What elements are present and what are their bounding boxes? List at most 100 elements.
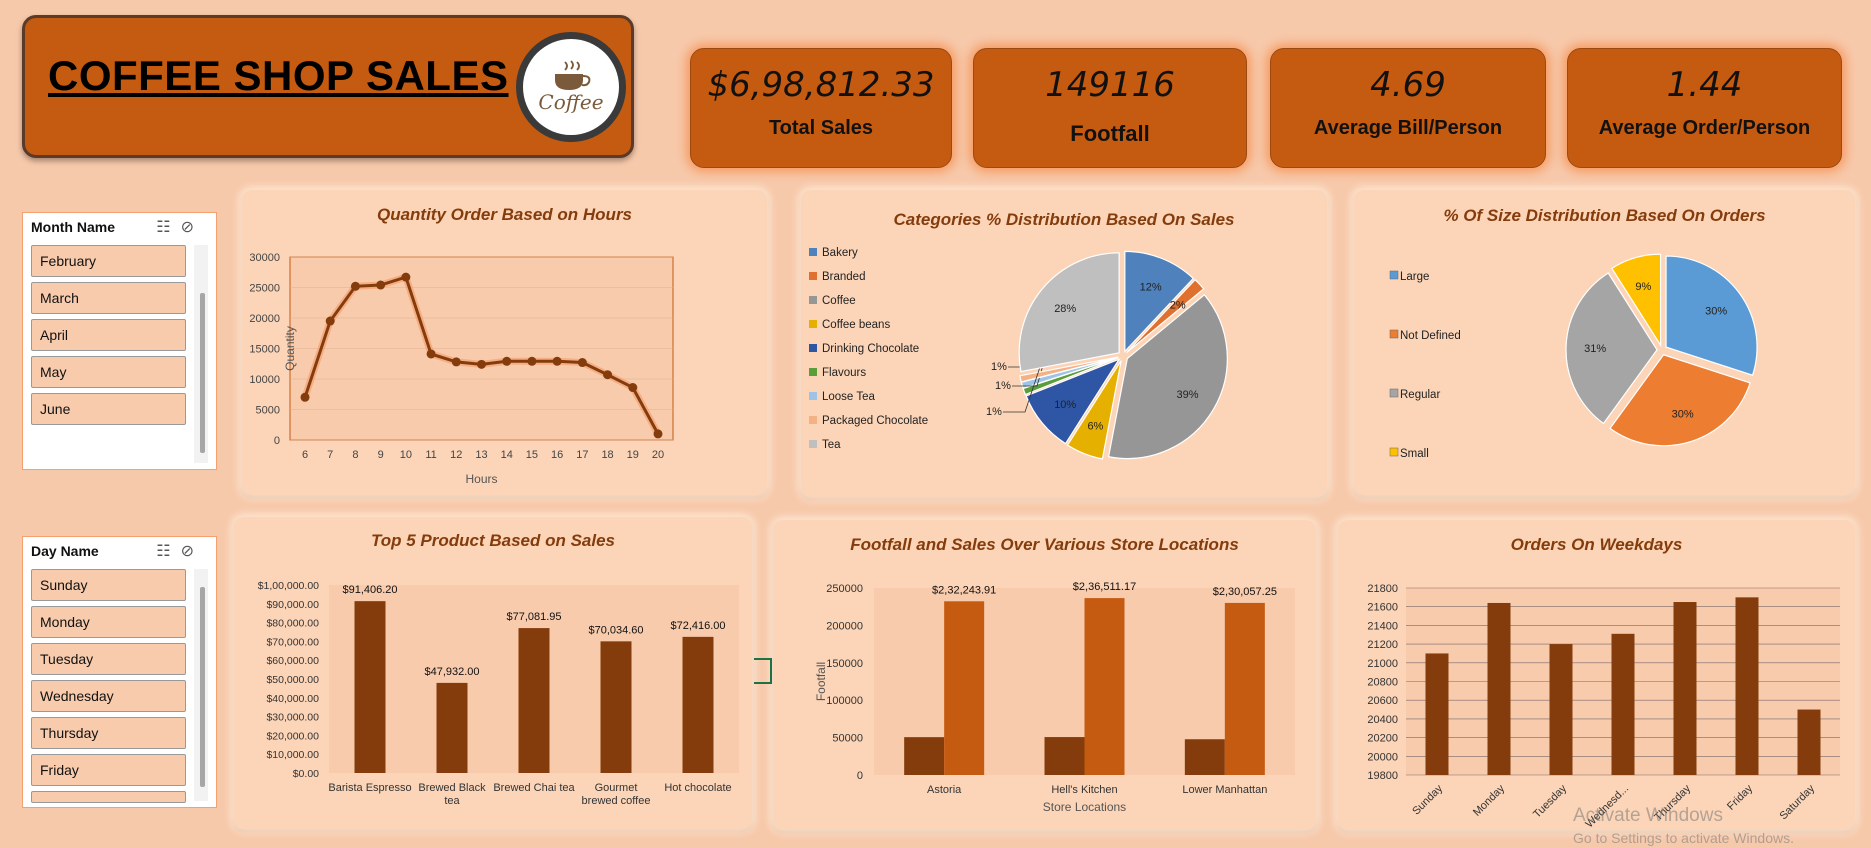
legend-swatch xyxy=(809,320,817,328)
y-tick-label: $50,000.00 xyxy=(266,674,319,686)
data-label: $72,416.00 xyxy=(670,620,725,632)
y-tick-label: 50000 xyxy=(832,733,863,745)
legend-swatch xyxy=(1389,270,1399,280)
slice-label: 6% xyxy=(1087,421,1103,433)
data-label: $2,36,511.17 xyxy=(1073,581,1136,593)
y-tick-label: $70,000.00 xyxy=(266,636,319,648)
x-tick-label: Monday xyxy=(1471,782,1508,819)
slice-label: 1% xyxy=(986,406,1002,418)
bar xyxy=(1735,597,1759,775)
slicer-item-sunday[interactable]: Sunday xyxy=(31,569,186,601)
legend-swatch xyxy=(809,440,817,448)
legend-label: Bakery xyxy=(822,247,858,259)
logo-text: Coffee xyxy=(538,90,604,114)
y-tick-label: 10000 xyxy=(249,374,280,386)
slice-label: 31% xyxy=(1584,343,1606,355)
coffee-cup-icon xyxy=(555,60,591,90)
x-tick-label: Tuesday xyxy=(1531,782,1569,820)
slice-label: 9% xyxy=(1635,281,1651,293)
x-tick-label: 10 xyxy=(400,449,412,461)
y-tick-label: 21200 xyxy=(1367,639,1398,651)
data-point xyxy=(653,429,663,439)
clear-filter-icon[interactable]: ⊘ xyxy=(181,543,204,560)
data-label: $2,32,243.91 xyxy=(932,584,996,596)
kpi-value: $6,98,812.33 xyxy=(707,65,935,105)
x-tick-label: Friday xyxy=(1725,782,1755,812)
legend-label: Not Defined xyxy=(1400,330,1461,342)
data-label: $77,081.95 xyxy=(506,611,561,623)
kpi-footfall: 149116 Footfall xyxy=(973,48,1247,168)
y-tick-label: 200000 xyxy=(826,620,863,632)
y-axis-title: Quantity xyxy=(283,326,297,371)
x-tick-label: 13 xyxy=(475,449,487,461)
slicer-item-april[interactable]: April xyxy=(31,319,186,351)
kpi-value: 4.69 xyxy=(1370,65,1446,105)
y-tick-label: 21400 xyxy=(1367,620,1398,632)
data-label: $91,406.20 xyxy=(342,584,397,596)
weekdays-bar-chart: 19800 20000 20200 20400 20600 20800 21000 21200… xyxy=(1367,583,1840,830)
size-pie-chart: Large Not Defined Regular Small 30% 30% 31% 9% xyxy=(1389,253,1758,460)
slicer-item-wednesday[interactable]: Wednesday xyxy=(31,680,186,712)
slicer-item-may[interactable]: May xyxy=(31,356,186,388)
y-tick-label: 25000 xyxy=(249,283,280,295)
kpi-average-order: 1.44 Average Order/Person xyxy=(1567,48,1842,168)
legend-swatch xyxy=(1389,447,1399,457)
x-tick-label: 12 xyxy=(450,449,462,461)
bar xyxy=(1549,644,1573,775)
cell-selection-marker xyxy=(754,658,772,684)
slicer-item-june[interactable]: June xyxy=(31,393,186,425)
y-tick-label: 20600 xyxy=(1367,695,1398,707)
x-tick-label: Hell's Kitchen xyxy=(1051,784,1117,796)
size-pie-panel: % Of Size Distribution Based On Orders L… xyxy=(1354,190,1855,495)
legend-swatch xyxy=(809,272,817,280)
month-slicer-scroll-thumb[interactable] xyxy=(200,293,205,453)
y-tick-label: $20,000.00 xyxy=(266,730,319,742)
y-tick-label: $10,000.00 xyxy=(266,749,319,761)
multi-select-icon[interactable]: ☷ xyxy=(156,543,180,560)
activate-windows-hint: Go to Settings to activate Windows. xyxy=(1573,830,1794,846)
x-tick-label: 6 xyxy=(302,449,308,461)
legend-label: Tea xyxy=(822,439,841,451)
y-tick-label: 150000 xyxy=(826,658,863,670)
clear-filter-icon[interactable]: ⊘ xyxy=(181,219,204,236)
kpi-average-bill: 4.69 Average Bill/Person xyxy=(1270,48,1546,168)
day-slicer-scroll-thumb[interactable] xyxy=(200,587,205,787)
legend-swatch xyxy=(809,248,817,256)
kpi-total-sales: $6,98,812.33 Total Sales xyxy=(690,48,952,168)
x-axis-title: Store Locations xyxy=(1043,800,1126,814)
slice-label: 1% xyxy=(991,361,1007,373)
store-locations-bar-chart: 0 50000 100000 150000 200000 250000 $2,32,243.… xyxy=(814,581,1295,814)
slicer-item-saturday-partial[interactable] xyxy=(31,791,186,803)
x-tick-label: Brewed Chai tea xyxy=(493,782,575,794)
legend-swatch xyxy=(809,416,817,424)
x-tick-label: 20 xyxy=(652,449,664,461)
x-tick-label: 17 xyxy=(576,449,588,461)
activate-windows-watermark: Activate Windows xyxy=(1573,805,1723,826)
slicer-item-tuesday[interactable]: Tuesday xyxy=(31,643,186,675)
bar xyxy=(1084,598,1125,775)
y-tick-label: $0.00 xyxy=(293,768,319,780)
bar xyxy=(600,641,632,773)
y-axis-title: Footfall xyxy=(814,662,828,701)
bar xyxy=(1224,602,1265,775)
top-products-panel: Top 5 Product Based on Sales $0.00 $10,00… xyxy=(234,517,752,829)
y-tick-label: $40,000.00 xyxy=(266,693,319,705)
slicer-item-monday[interactable]: Monday xyxy=(31,606,186,638)
legend-swatch xyxy=(809,296,817,304)
slice-label: 12% xyxy=(1140,281,1162,293)
y-tick-label: $60,000.00 xyxy=(266,655,319,667)
slicer-item-friday[interactable]: Friday xyxy=(31,754,186,786)
x-tick-label: tea xyxy=(444,795,460,807)
bar xyxy=(518,628,550,773)
slicer-item-march[interactable]: March xyxy=(31,282,186,314)
kpi-value: 1.44 xyxy=(1666,65,1743,105)
y-tick-label: 100000 xyxy=(826,695,863,707)
slice-label: 28% xyxy=(1054,303,1076,315)
dashboard-title: COFFEE SHOP SALES xyxy=(48,52,509,99)
slicer-item-thursday[interactable]: Thursday xyxy=(31,717,186,749)
x-tick-label: 7 xyxy=(327,449,333,461)
y-tick-label: $80,000.00 xyxy=(266,618,319,630)
slicer-item-february[interactable]: February xyxy=(31,245,186,277)
multi-select-icon[interactable]: ☷ xyxy=(156,219,180,236)
y-tick-label: 21600 xyxy=(1367,602,1398,614)
